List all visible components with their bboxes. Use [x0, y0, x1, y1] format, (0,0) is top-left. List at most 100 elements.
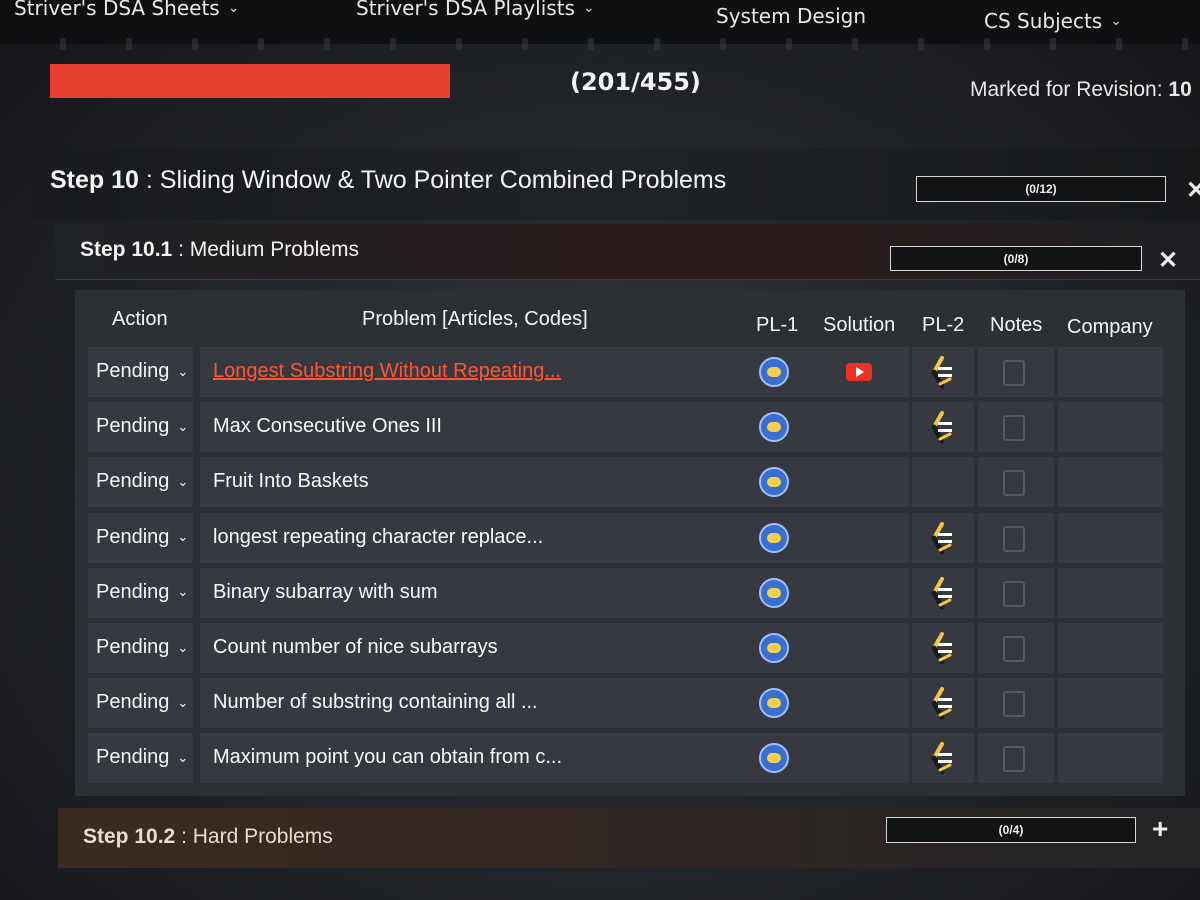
table-cell [1058, 457, 1163, 508]
nav-cs-subjects[interactable]: CS Subjects ⌄ [984, 9, 1122, 33]
leetcode-icon[interactable] [759, 688, 789, 719]
problem-link[interactable]: Number of substring containing all ... [213, 691, 538, 714]
header-pl2: PL-2 [922, 314, 965, 336]
header-action: Action [112, 308, 168, 330]
problem-link[interactable]: Max Consecutive Ones III [213, 415, 442, 438]
table-row: Pending ⌄ Max Consecutive Ones III [88, 402, 1163, 453]
table-cell [814, 457, 909, 508]
table-cell [1058, 733, 1163, 784]
codingninjas-icon[interactable] [928, 631, 956, 665]
revision-count: 10 [1168, 78, 1192, 101]
note-icon[interactable] [1003, 360, 1025, 386]
leetcode-icon[interactable] [759, 412, 789, 443]
substep-progress: (0/8) [890, 246, 1142, 271]
nav-divider [0, 38, 1200, 50]
chevron-down-icon: ⌄ [177, 418, 189, 434]
note-icon[interactable] [1003, 580, 1025, 607]
substep2-prefix: Step 10.2 [83, 825, 176, 848]
leetcode-icon[interactable] [759, 577, 789, 608]
table-cell [814, 402, 909, 453]
nav-dsa-sheets-label: Striver's DSA Sheets [14, 0, 220, 20]
overall-progress-bar [50, 64, 450, 98]
substep-name: : Medium Problems [178, 238, 359, 261]
step-prefix: Step 10 [50, 166, 139, 194]
note-icon[interactable] [1003, 470, 1025, 497]
status-dropdown[interactable]: Pending ⌄ [96, 526, 188, 549]
status-dropdown[interactable]: Pending ⌄ [96, 636, 188, 659]
problem-link[interactable]: Maximum point you can obtain from c... [213, 746, 562, 769]
table-row: Pending ⌄ Count number of nice subarrays [88, 623, 1163, 673]
chevron-down-icon: ⌄ [177, 363, 189, 379]
substep-prefix: Step 10.1 [80, 238, 173, 261]
table-cell [814, 512, 909, 563]
header-notes: Notes [990, 314, 1043, 336]
status-dropdown[interactable]: Pending ⌄ [96, 691, 188, 714]
chevron-down-icon: ⌄ [177, 694, 189, 710]
problem-link[interactable]: Count number of nice subarrays [213, 636, 498, 659]
codingninjas-icon[interactable] [928, 576, 956, 610]
status-label: Pending [96, 636, 170, 658]
table-row: Pending ⌄ Longest Substring Without Repeat… [88, 347, 1163, 397]
substep2-progress: (0/4) [886, 817, 1136, 843]
status-dropdown[interactable]: Pending ⌄ [96, 360, 188, 383]
status-dropdown[interactable]: Pending ⌄ [96, 415, 188, 438]
header-problem: Problem [Articles, Codes] [362, 308, 588, 330]
status-label: Pending [96, 525, 170, 548]
youtube-icon[interactable] [846, 363, 872, 381]
status-dropdown[interactable]: Pending ⌄ [96, 470, 188, 493]
chevron-down-icon: ⌄ [177, 473, 189, 489]
chevron-down-icon: ⌄ [1110, 13, 1122, 29]
marked-for-revision[interactable]: Marked for Revision: 10 [970, 78, 1192, 102]
codingninjas-icon[interactable] [928, 410, 956, 444]
step-progress: (0/12) [916, 176, 1166, 202]
table-row: Pending ⌄ Binary subarray with sum [88, 567, 1163, 618]
codingninjas-icon[interactable] [928, 521, 956, 555]
table-cell [1058, 347, 1163, 397]
codingninjas-icon[interactable] [928, 741, 956, 775]
note-icon[interactable] [1003, 636, 1025, 662]
codingninjas-icon[interactable] [928, 355, 956, 389]
nav-dsa-sheets[interactable]: Striver's DSA Sheets ⌄ [14, 0, 239, 20]
step-name: : Sliding Window & Two Pointer Combined … [145, 166, 727, 194]
note-icon[interactable] [1003, 525, 1025, 552]
expand-plus-icon[interactable]: + [1152, 813, 1168, 845]
note-icon[interactable] [1003, 746, 1025, 773]
substep-close-icon[interactable]: ✕ [1158, 246, 1178, 275]
leetcode-icon[interactable] [759, 522, 789, 553]
header-company: Company [1067, 316, 1153, 338]
problem-link[interactable]: longest repeating character replace... [213, 526, 543, 549]
status-dropdown[interactable]: Pending ⌄ [96, 581, 188, 604]
status-dropdown[interactable]: Pending ⌄ [96, 746, 188, 769]
problem-link[interactable]: Binary subarray with sum [213, 581, 438, 604]
step-collapse-icon[interactable]: ✕ [1186, 176, 1200, 205]
nav-cs-subjects-label: CS Subjects [984, 9, 1103, 33]
leetcode-icon[interactable] [759, 633, 789, 663]
chevron-down-icon: ⌄ [177, 529, 189, 545]
chevron-down-icon: ⌄ [177, 584, 189, 600]
nav-dsa-playlists[interactable]: Striver's DSA Playlists ⌄ [356, 0, 595, 20]
chevron-down-icon: ⌄ [227, 0, 240, 16]
nav-system-design[interactable]: System Design [716, 4, 866, 28]
table-cell [814, 733, 909, 784]
revision-label: Marked for Revision: [970, 78, 1163, 101]
table-cell [814, 623, 909, 673]
problem-link[interactable]: Fruit Into Baskets [213, 470, 369, 493]
chevron-down-icon: ⌄ [582, 0, 595, 16]
table-cell [1058, 678, 1163, 729]
table-row: Pending ⌄ longest repeating character repl… [88, 512, 1163, 563]
overall-progress-text: (201/455) [570, 68, 701, 96]
note-icon[interactable] [1003, 415, 1025, 442]
table-cell [1058, 567, 1163, 618]
table-cell [814, 678, 909, 729]
status-label: Pending [96, 470, 170, 493]
status-label: Pending [96, 746, 170, 769]
header-pl1: PL-1 [756, 314, 799, 336]
table-row: Pending ⌄ Maximum point you can obtain fro… [88, 733, 1163, 784]
table-cell [912, 457, 974, 508]
leetcode-icon[interactable] [759, 357, 789, 387]
header-solution: Solution [823, 314, 896, 336]
codingninjas-icon[interactable] [928, 686, 956, 720]
note-icon[interactable] [1003, 691, 1025, 718]
status-label: Pending [96, 415, 170, 438]
problem-link[interactable]: Longest Substring Without Repeating... [213, 360, 561, 383]
